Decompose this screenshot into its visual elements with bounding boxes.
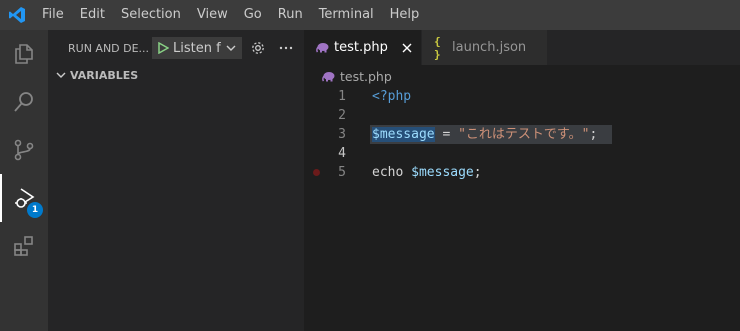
close-icon[interactable]	[393, 43, 421, 53]
chevron-down-icon	[54, 70, 68, 80]
code-text: $message = "これはテストです。";	[372, 125, 597, 144]
php-elephant-icon	[316, 42, 334, 53]
chevron-down-icon	[223, 43, 239, 53]
menu-selection[interactable]: Selection	[113, 0, 189, 30]
launch-config-label: Listen f	[173, 40, 221, 56]
menu-terminal[interactable]: Terminal	[311, 0, 382, 30]
tab-launch-json[interactable]: { } launch.json	[422, 30, 548, 65]
code-line-4: 4	[304, 144, 740, 163]
line-number: 3	[338, 127, 346, 142]
string-token: "これはテストです。"	[458, 127, 590, 142]
source-control-icon[interactable]	[0, 126, 48, 174]
variable-token: $message	[411, 165, 474, 180]
code-line-3: 3 $message = "これはテストです。";	[304, 125, 740, 144]
menu-edit[interactable]: Edit	[72, 0, 113, 30]
more-actions-icon[interactable]	[274, 37, 298, 59]
code-text: echo $message;	[372, 163, 482, 182]
line-number: 4	[338, 146, 346, 161]
php-elephant-icon	[322, 71, 340, 82]
run-debug-icon[interactable]: 1	[0, 174, 48, 222]
php-open-tag: <?php	[372, 89, 412, 104]
breadcrumb-file: test.php	[340, 68, 392, 84]
variables-section-header[interactable]: VARIABLES	[48, 64, 304, 86]
code-line-5: 5 echo $message;	[304, 163, 740, 182]
menu-view[interactable]: View	[189, 0, 236, 30]
menu-help[interactable]: Help	[382, 0, 428, 30]
menu-file[interactable]: File	[34, 0, 72, 30]
breakpoint-dot-icon	[312, 169, 320, 176]
tab-test-php[interactable]: test.php	[304, 30, 422, 65]
line-number: 1	[338, 89, 346, 104]
tab-label: launch.json	[452, 40, 527, 55]
debug-badge: 1	[27, 202, 43, 218]
code-line-2: 2	[304, 106, 740, 125]
search-icon[interactable]	[0, 78, 48, 126]
semicolon-token: ;	[473, 165, 482, 180]
variable-token: $message	[372, 127, 435, 142]
gear-icon[interactable]	[246, 37, 270, 59]
code-editor[interactable]: 1 <?php 2 3 $message = "これはテストです。"; 4 5 …	[304, 87, 740, 331]
breakpoint-glyph[interactable]	[308, 163, 324, 182]
line-number: 2	[338, 108, 346, 123]
editor-tabs: test.php { } launch.json	[304, 30, 740, 65]
breadcrumb[interactable]: test.php	[304, 65, 740, 87]
extensions-icon[interactable]	[0, 222, 48, 270]
menu-run[interactable]: Run	[270, 0, 311, 30]
vscode-logo-icon	[0, 0, 34, 30]
json-braces-icon: { }	[434, 34, 441, 61]
menu-bar: File Edit Selection View Go Run Terminal…	[0, 0, 740, 30]
launch-config-select[interactable]: Listen f	[152, 37, 242, 59]
variables-section-label: VARIABLES	[70, 68, 139, 82]
tab-label: test.php	[334, 40, 388, 55]
explorer-icon[interactable]	[0, 30, 48, 78]
line-number: 5	[338, 165, 346, 180]
semicolon-token: ;	[589, 127, 598, 142]
sidebar-title: RUN AND DE...	[68, 41, 150, 55]
start-debugging-icon[interactable]	[153, 42, 173, 54]
echo-token: echo	[372, 165, 412, 180]
activity-bar: 1	[0, 30, 48, 331]
operator-token: =	[434, 127, 459, 142]
debug-sidebar: RUN AND DE... Listen f VARIABLES	[48, 30, 304, 331]
code-line-1: 1 <?php	[304, 87, 740, 106]
menu-go[interactable]: Go	[236, 0, 270, 30]
sidebar-header: RUN AND DE... Listen f	[48, 30, 304, 66]
